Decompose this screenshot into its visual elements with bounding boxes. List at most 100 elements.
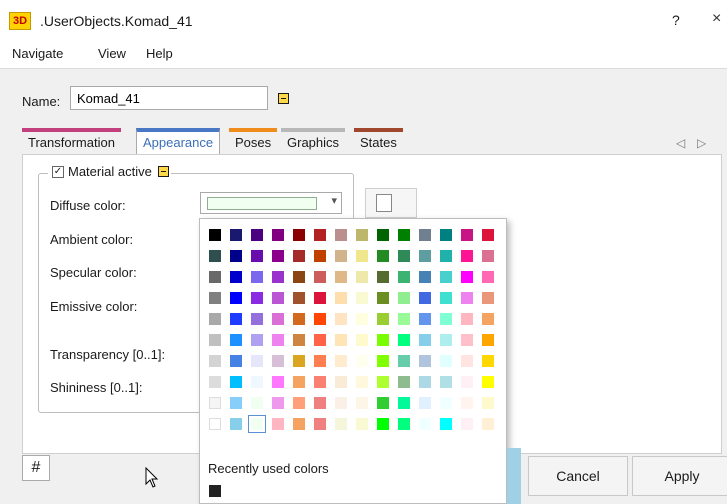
color-swatch[interactable] — [356, 271, 368, 283]
color-swatch[interactable] — [335, 355, 347, 367]
color-swatch[interactable] — [209, 397, 221, 409]
color-swatch[interactable] — [272, 313, 284, 325]
color-swatch[interactable] — [419, 229, 431, 241]
color-swatch[interactable] — [293, 376, 305, 388]
color-swatch[interactable] — [335, 313, 347, 325]
color-swatch[interactable] — [230, 271, 242, 283]
color-swatch[interactable] — [209, 334, 221, 346]
color-swatch[interactable] — [314, 271, 326, 283]
color-swatch[interactable] — [335, 376, 347, 388]
color-swatch[interactable] — [440, 229, 452, 241]
color-swatch[interactable] — [440, 334, 452, 346]
color-swatch[interactable] — [293, 397, 305, 409]
color-swatch[interactable] — [461, 292, 473, 304]
color-swatch[interactable] — [272, 397, 284, 409]
color-swatch[interactable] — [398, 376, 410, 388]
color-swatch[interactable] — [419, 397, 431, 409]
color-swatch[interactable] — [398, 334, 410, 346]
color-swatch[interactable] — [461, 229, 473, 241]
color-swatch[interactable] — [314, 250, 326, 262]
color-swatch[interactable] — [230, 376, 242, 388]
color-swatch[interactable] — [440, 355, 452, 367]
color-swatch[interactable] — [356, 313, 368, 325]
color-swatch[interactable] — [314, 313, 326, 325]
color-swatch[interactable] — [419, 334, 431, 346]
color-swatch[interactable] — [209, 229, 221, 241]
color-swatch[interactable] — [356, 376, 368, 388]
close-button[interactable]: × — [712, 10, 721, 28]
color-swatch[interactable] — [251, 355, 263, 367]
color-swatch[interactable] — [272, 271, 284, 283]
color-swatch[interactable] — [335, 418, 347, 430]
color-swatch[interactable] — [440, 271, 452, 283]
color-swatch[interactable] — [440, 313, 452, 325]
color-swatch[interactable] — [356, 418, 368, 430]
color-swatch[interactable] — [335, 271, 347, 283]
color-swatch[interactable] — [209, 250, 221, 262]
color-swatch[interactable] — [440, 376, 452, 388]
menu-help[interactable]: Help — [146, 46, 173, 61]
color-swatch[interactable] — [335, 229, 347, 241]
color-swatch[interactable] — [440, 397, 452, 409]
color-swatch[interactable] — [356, 334, 368, 346]
color-swatch[interactable] — [419, 250, 431, 262]
color-swatch[interactable] — [314, 229, 326, 241]
color-swatch[interactable] — [314, 334, 326, 346]
color-swatch[interactable] — [440, 418, 452, 430]
color-swatch[interactable] — [461, 313, 473, 325]
color-swatch[interactable] — [314, 355, 326, 367]
color-swatch[interactable] — [314, 418, 326, 430]
color-swatch[interactable] — [419, 313, 431, 325]
tab-appearance[interactable]: Appearance — [136, 128, 221, 154]
color-swatch[interactable] — [314, 397, 326, 409]
material-collapse-button[interactable] — [157, 166, 169, 177]
tab-graphics[interactable]: Graphics — [281, 128, 346, 154]
color-swatch[interactable] — [377, 250, 389, 262]
ok-button-edge[interactable] — [507, 448, 521, 504]
color-swatch[interactable] — [482, 292, 494, 304]
color-swatch[interactable] — [251, 397, 263, 409]
color-swatch[interactable] — [377, 271, 389, 283]
color-swatch[interactable] — [293, 334, 305, 346]
color-swatch[interactable] — [272, 292, 284, 304]
color-swatch[interactable] — [272, 418, 284, 430]
color-swatch[interactable] — [251, 313, 263, 325]
color-swatch[interactable] — [314, 376, 326, 388]
color-swatch[interactable] — [335, 250, 347, 262]
color-swatch[interactable] — [230, 355, 242, 367]
color-swatch[interactable] — [251, 229, 263, 241]
color-swatch[interactable] — [482, 313, 494, 325]
color-swatch[interactable] — [398, 250, 410, 262]
caret-left-icon[interactable]: ◁ — [676, 136, 685, 150]
color-swatch[interactable] — [419, 271, 431, 283]
color-swatch[interactable] — [251, 271, 263, 283]
apply-button[interactable]: Apply — [632, 456, 727, 496]
color-swatch[interactable] — [272, 334, 284, 346]
color-swatch[interactable] — [482, 376, 494, 388]
color-swatch[interactable] — [482, 397, 494, 409]
color-swatch[interactable] — [377, 292, 389, 304]
color-swatch[interactable] — [230, 397, 242, 409]
tab-states[interactable]: States — [354, 128, 403, 154]
color-swatch[interactable] — [461, 376, 473, 388]
cancel-button[interactable]: Cancel — [528, 456, 628, 496]
color-swatch[interactable] — [230, 229, 242, 241]
help-button[interactable]: ? — [672, 12, 680, 28]
tab-transformation[interactable]: Transformation — [22, 128, 121, 154]
color-swatch[interactable] — [482, 334, 494, 346]
copy-material-button[interactable] — [365, 188, 417, 218]
color-swatch[interactable] — [356, 355, 368, 367]
color-swatch[interactable] — [251, 334, 263, 346]
menu-view[interactable]: View — [98, 46, 126, 61]
color-swatch[interactable] — [419, 418, 431, 430]
color-swatch[interactable] — [209, 376, 221, 388]
color-swatch[interactable] — [335, 334, 347, 346]
hash-icon[interactable]: # — [22, 455, 50, 481]
color-swatch[interactable] — [398, 271, 410, 283]
color-swatch[interactable] — [272, 355, 284, 367]
material-active-checkbox[interactable]: ✓ — [52, 165, 64, 178]
color-swatch[interactable] — [230, 313, 242, 325]
color-swatch[interactable] — [377, 313, 389, 325]
color-swatch[interactable] — [248, 415, 266, 433]
color-swatch[interactable] — [461, 397, 473, 409]
